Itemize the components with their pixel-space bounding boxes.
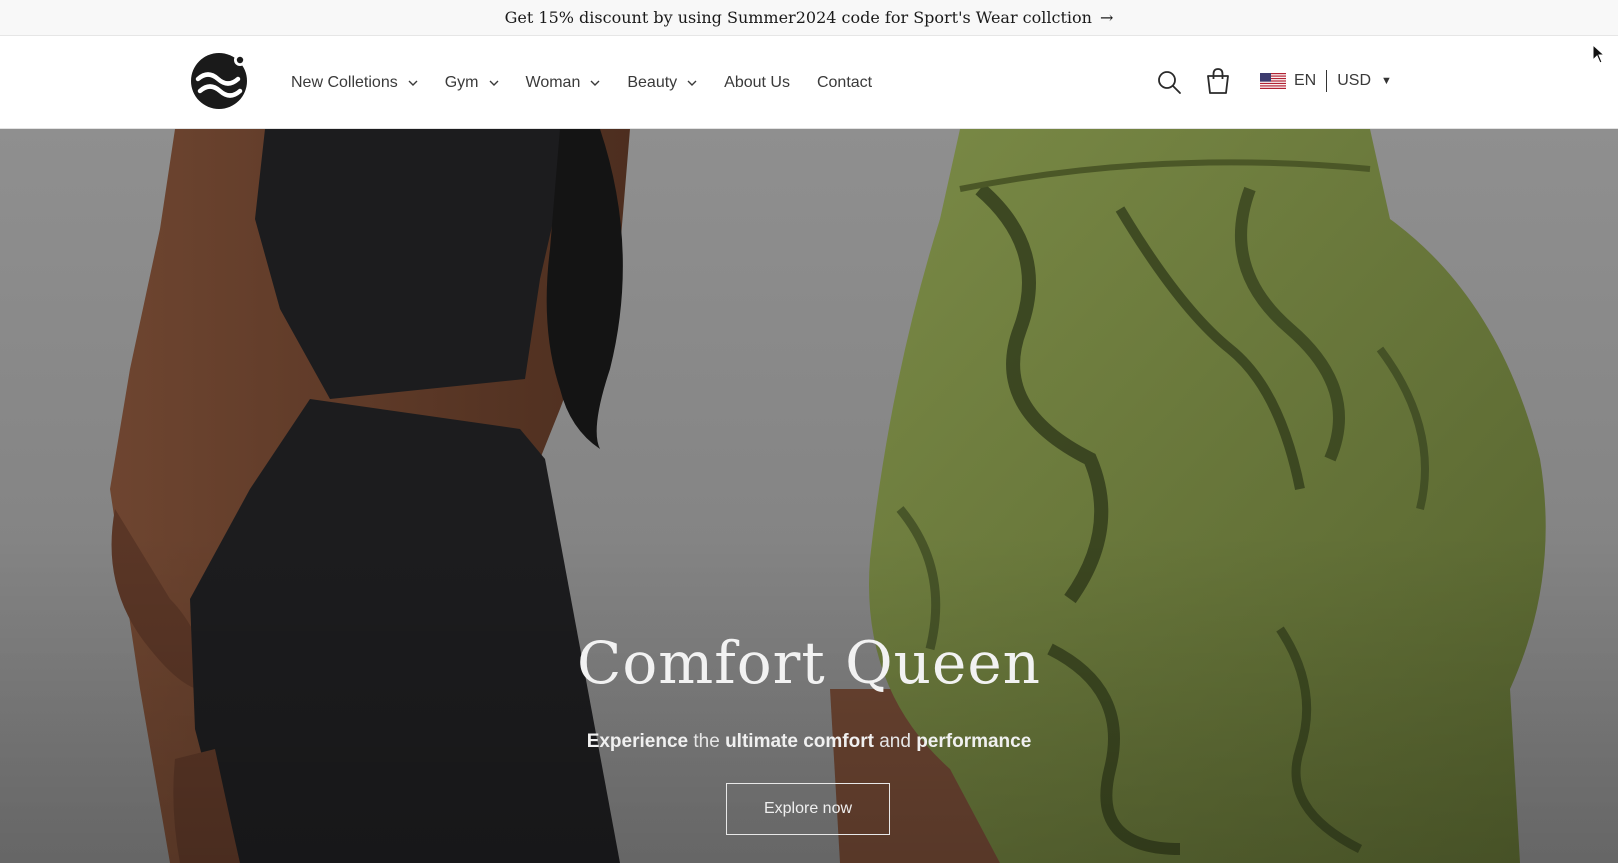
language-label: EN [1294,72,1317,89]
us-flag-icon [1260,73,1286,89]
nav-item-label: Contact [816,73,873,91]
hero-subtitle-word: ultimate comfort [725,731,874,752]
nav-item-about-us[interactable]: About Us [724,74,790,92]
hero-subtitle-word: the [693,731,720,752]
main-nav: New Colletions Gym Woman Beauty About Us… [291,36,899,129]
hero-banner: Comfort Queen Experience the ultimate co… [0,129,1618,863]
mouse-cursor-icon [1592,44,1606,64]
nav-item-woman[interactable]: Woman [526,74,601,92]
cart-icon[interactable] [1205,67,1231,95]
chevron-down-icon [590,80,600,86]
hero-title: Comfort Queen [576,629,1042,697]
nav-item-contact[interactable]: Contact [817,74,872,92]
nav-item-label: New Colletions [291,73,398,91]
chevron-down-icon [687,80,697,86]
site-header: New Colletions Gym Woman Beauty About Us… [0,36,1618,129]
announcement-bar[interactable]: Get 15% discount by using Summer2024 cod… [0,0,1618,36]
nav-item-label: About Us [724,73,790,91]
nav-item-label: Gym [444,73,479,91]
search-icon[interactable] [1156,69,1182,95]
wave-logo-icon[interactable] [190,52,248,110]
locale-selector[interactable]: EN USD ▼ [1260,66,1392,96]
hero-subtitle-word: and [879,731,911,752]
explore-now-button[interactable]: Explore now [726,783,890,835]
caret-down-icon: ▼ [1381,75,1392,87]
nav-item-beauty[interactable]: Beauty [627,74,697,92]
nav-item-label: Woman [525,73,581,91]
currency-label: USD [1337,72,1372,89]
locale-divider [1326,70,1328,92]
nav-item-label: Beauty [627,73,678,91]
nav-item-gym[interactable]: Gym [445,74,499,92]
nav-item-new-collections[interactable]: New Colletions [291,74,418,92]
hero-subtitle: Experience the ultimate comfort and perf… [0,731,1618,753]
hero-subtitle-word: performance [916,731,1032,752]
chevron-down-icon [408,80,418,86]
announcement-text: Get 15% discount by using Summer2024 cod… [504,8,1092,27]
arrow-right-icon: → [1099,8,1114,27]
chevron-down-icon [489,80,498,86]
hero-subtitle-word: Experience [586,731,689,752]
